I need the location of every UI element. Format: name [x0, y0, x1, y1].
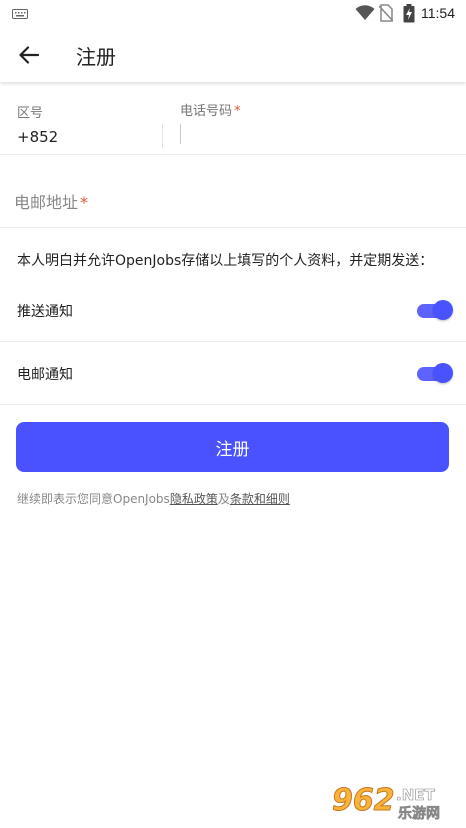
terms-conditions-link[interactable]: 条款和细则: [230, 492, 290, 506]
no-sim-icon: [379, 4, 393, 22]
status-bar: 11:54: [0, 0, 466, 26]
push-notification-row: 推送通知: [0, 279, 466, 342]
email-notification-row: 电邮通知: [0, 342, 466, 405]
email-notification-switch[interactable]: [417, 363, 453, 383]
phone-row: 区号 +852 电话号码 *: [0, 82, 466, 155]
svg-text:962: 962: [332, 783, 395, 818]
privacy-policy-link[interactable]: 隐私政策: [170, 492, 218, 506]
phone-number-label: 电话号码 *: [180, 100, 241, 119]
svg-text:.NET: .NET: [396, 786, 435, 804]
wifi-icon: [355, 5, 375, 20]
push-notification-switch[interactable]: [417, 300, 453, 320]
email-label: 电邮地址 *: [14, 189, 88, 213]
status-time: 11:54: [421, 5, 455, 21]
switch-thumb: [433, 300, 453, 320]
terms-text: 继续即表示您同意OpenJobs隐私政策及条款和细则: [17, 490, 290, 507]
phone-number-label-text: 电话号码: [180, 104, 233, 119]
app-bar: 注册: [0, 26, 466, 82]
email-label-text: 电邮地址: [14, 193, 79, 212]
consent-text: 本人明白并允许OpenJobs存储以上填写的个人资料，并定期发送：: [17, 253, 434, 269]
email-field[interactable]: 电邮地址 *: [0, 155, 466, 228]
region-code-label: 区号: [17, 106, 44, 121]
push-notification-label: 推送通知: [17, 304, 73, 320]
terms-prefix: 继续即表示您同意OpenJobs: [17, 492, 170, 506]
watermark-logo: 962 .NET 乐游网: [332, 783, 441, 823]
region-code-select[interactable]: +852: [17, 128, 58, 146]
arrow-left-icon: [19, 46, 39, 64]
svg-text:乐游网: 乐游网: [398, 805, 440, 822]
page-title: 注册: [76, 45, 116, 69]
battery-icon: [403, 4, 415, 23]
region-divider: [162, 124, 163, 148]
email-notification-label: 电邮通知: [17, 367, 73, 383]
back-button[interactable]: [14, 40, 44, 70]
terms-middle: 及: [217, 492, 230, 506]
required-mark: *: [80, 193, 89, 212]
switch-thumb: [433, 363, 453, 383]
phone-number-input[interactable]: [180, 124, 181, 144]
register-button[interactable]: 注册: [16, 422, 449, 472]
keyboard-icon: [12, 9, 28, 19]
required-mark: *: [234, 104, 241, 119]
